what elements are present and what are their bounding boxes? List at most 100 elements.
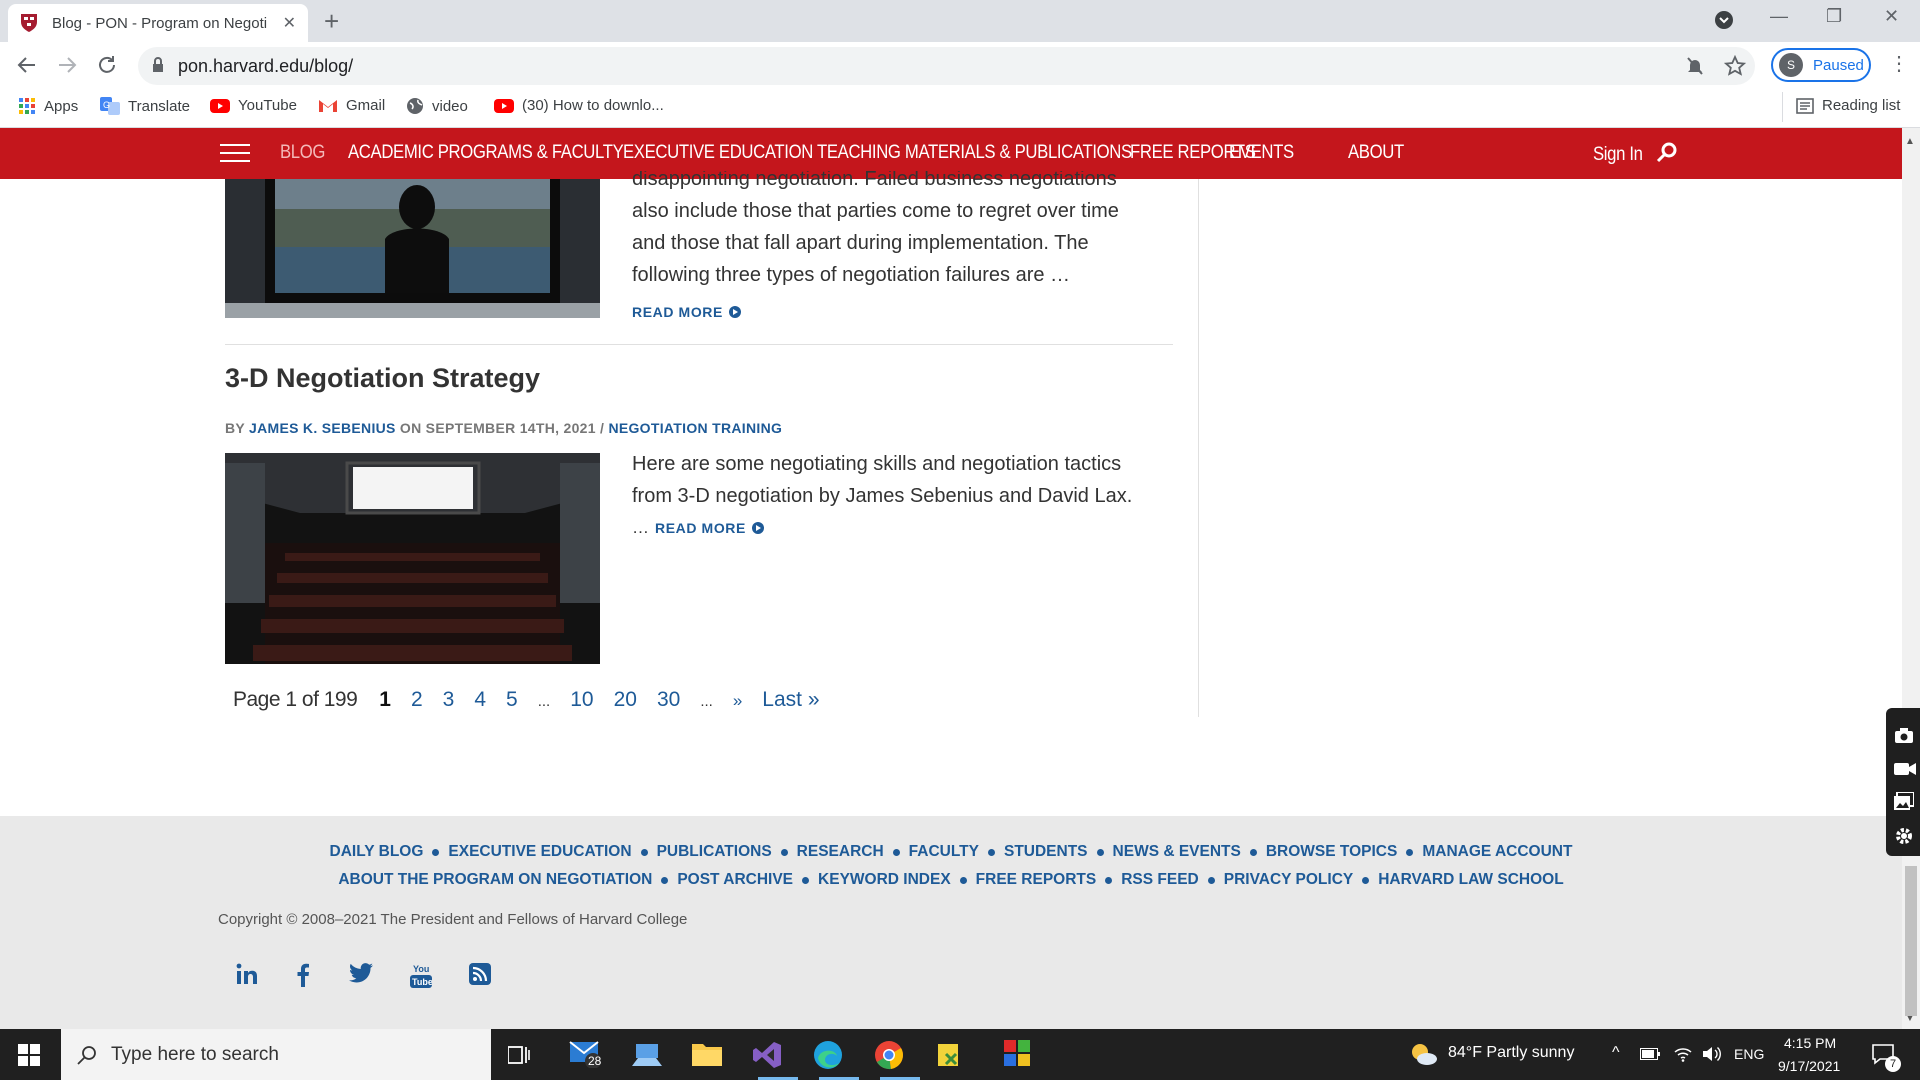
post-title[interactable]: 3-D Negotiation Strategy (225, 363, 540, 394)
file-transfer-app-icon[interactable] (632, 1042, 662, 1068)
scrollbar-thumb[interactable] (1905, 866, 1917, 1016)
bookmark-apps[interactable]: Apps (18, 97, 78, 115)
footer-link[interactable]: RESEARCH (797, 843, 884, 861)
partly-sunny-weather-icon[interactable] (1410, 1042, 1438, 1066)
page-link-3[interactable]: 3 (443, 688, 455, 712)
tab-search-icon[interactable] (1714, 10, 1734, 30)
google-translate-icon: G (100, 97, 120, 115)
reload-icon[interactable] (96, 54, 118, 76)
volume-icon[interactable] (1702, 1046, 1722, 1062)
bookmark-youtube[interactable]: YouTube (210, 97, 297, 114)
footer-link[interactable]: HARVARD LAW SCHOOL (1378, 871, 1563, 889)
footer-link[interactable]: NEWS & EVENTS (1113, 843, 1241, 861)
battery-icon[interactable] (1640, 1048, 1660, 1060)
footer-link[interactable]: MANAGE ACCOUNT (1422, 843, 1572, 861)
page-link-20[interactable]: 20 (614, 688, 637, 712)
close-window-icon[interactable]: ✕ (1884, 6, 1899, 27)
footer-link[interactable]: BROWSE TOPICS (1266, 843, 1397, 861)
page-link-5[interactable]: 5 (506, 688, 518, 712)
last-page-link[interactable]: Last » (762, 688, 819, 712)
bookmark-youtube-video[interactable]: (30) How to downlo... (494, 97, 664, 114)
next-page-link[interactable]: » (733, 691, 742, 711)
weather-text[interactable]: 84°F Partly sunny (1448, 1044, 1574, 1062)
scroll-up-arrow-icon[interactable]: ▲ (1905, 136, 1915, 147)
address-bar[interactable] (138, 47, 1755, 85)
browser-tab[interactable]: Blog - PON - Program on Negoti ✕ (8, 4, 308, 42)
clock-date[interactable]: 9/17/2021 (1778, 1058, 1840, 1074)
footer-link[interactable]: DAILY BLOG (330, 843, 424, 861)
page-link-4[interactable]: 4 (474, 688, 486, 712)
sign-in-link[interactable]: Sign In (1593, 144, 1643, 166)
nav-item-academic-programs[interactable]: ACADEMIC PROGRAMS & FACULTY (348, 142, 624, 164)
chrome-browser-icon[interactable] (874, 1040, 904, 1070)
visual-studio-icon[interactable] (752, 1040, 782, 1070)
bookmark-star-icon[interactable] (1724, 55, 1746, 77)
language-indicator[interactable]: ENG (1734, 1046, 1764, 1062)
footer-link[interactable]: RSS FEED (1121, 871, 1199, 889)
youtube-icon[interactable]: You Tube (410, 963, 432, 989)
menu-kebab-icon[interactable]: ⋮ (1889, 54, 1909, 74)
file-explorer-icon[interactable] (692, 1042, 722, 1066)
new-tab-button[interactable]: + (324, 8, 339, 34)
page-link-2[interactable]: 2 (411, 688, 423, 712)
nav-item-executive-education[interactable]: EXECUTIVE EDUCATION (623, 142, 813, 164)
profile-button[interactable]: S Paused (1771, 48, 1871, 82)
reading-list-button[interactable]: Reading list (1796, 97, 1900, 114)
category-link[interactable]: NEGOTIATION TRAINING (608, 420, 782, 436)
tab-close-icon[interactable]: ✕ (283, 13, 296, 33)
footer-link[interactable]: PRIVACY POLICY (1224, 871, 1353, 889)
nav-item-teaching-materials[interactable]: TEACHING MATERIALS & PUBLICATIONS (817, 142, 1132, 164)
task-view-icon[interactable] (508, 1044, 530, 1066)
back-icon[interactable] (16, 54, 38, 76)
search-icon[interactable] (1656, 141, 1678, 163)
twitter-icon[interactable] (349, 963, 373, 983)
youtube-icon (210, 98, 230, 113)
chevron-up-icon[interactable]: ^ (1612, 1044, 1620, 1062)
footer-link[interactable]: EXECUTIVE EDUCATION (448, 843, 631, 861)
url-text[interactable]: pon.harvard.edu/blog/ (178, 56, 353, 77)
lock-icon[interactable] (152, 57, 164, 73)
windows-start-icon[interactable] (18, 1044, 40, 1066)
footer-link[interactable]: STUDENTS (1004, 843, 1088, 861)
clock-time[interactable]: 4:15 PM (1784, 1035, 1836, 1051)
rss-icon[interactable] (469, 963, 491, 985)
nav-item-blog[interactable]: BLOG (280, 142, 325, 164)
nav-item-about[interactable]: ABOUT (1348, 142, 1404, 164)
post-thumbnail-image[interactable] (225, 179, 600, 318)
linkedin-icon[interactable] (236, 963, 258, 985)
page-link-10[interactable]: 10 (570, 688, 593, 712)
read-more-label: READ MORE (655, 520, 746, 536)
video-camera-icon[interactable] (1894, 762, 1916, 776)
notifications-blocked-icon[interactable] (1685, 56, 1705, 76)
footer-link[interactable]: FREE REPORTS (976, 871, 1097, 889)
hamburger-menu-icon[interactable] (220, 143, 250, 163)
footer-link[interactable]: ABOUT THE PROGRAM ON NEGOTIATION (338, 871, 652, 889)
footer-link[interactable]: KEYWORD INDEX (818, 871, 951, 889)
settings-gear-icon[interactable] (1894, 826, 1914, 846)
gmail-icon (318, 99, 338, 113)
taskbar-search-box[interactable]: Type here to search (61, 1029, 491, 1080)
camera-icon[interactable] (1894, 728, 1914, 744)
read-more-link[interactable]: READ MORE (655, 520, 764, 536)
sticky-app-icon[interactable] (936, 1040, 966, 1070)
forward-icon[interactable] (56, 54, 78, 76)
footer-link[interactable]: POST ARCHIVE (677, 871, 793, 889)
read-more-link[interactable]: READ MORE (632, 304, 741, 320)
minimize-icon[interactable]: — (1770, 6, 1788, 27)
footer-link[interactable]: PUBLICATIONS (657, 843, 772, 861)
bookmark-gmail[interactable]: Gmail (318, 97, 385, 114)
footer-link[interactable]: FACULTY (909, 843, 979, 861)
author-link[interactable]: JAMES K. SEBENIUS (249, 420, 396, 436)
post-thumbnail-image[interactable] (225, 453, 600, 664)
edge-browser-icon[interactable] (813, 1040, 843, 1070)
facebook-icon[interactable] (296, 963, 310, 987)
wifi-icon[interactable] (1674, 1046, 1692, 1062)
gallery-icon[interactable] (1894, 792, 1914, 810)
colorful-app-icon[interactable] (1004, 1040, 1030, 1068)
restore-icon[interactable]: ❐ (1826, 6, 1842, 27)
nav-item-events[interactable]: EVENTS (1229, 142, 1294, 164)
bookmark-video[interactable]: video (406, 97, 468, 115)
byline-by: BY (225, 420, 245, 436)
page-link-30[interactable]: 30 (657, 688, 680, 712)
bookmark-translate[interactable]: G Translate (100, 97, 190, 115)
